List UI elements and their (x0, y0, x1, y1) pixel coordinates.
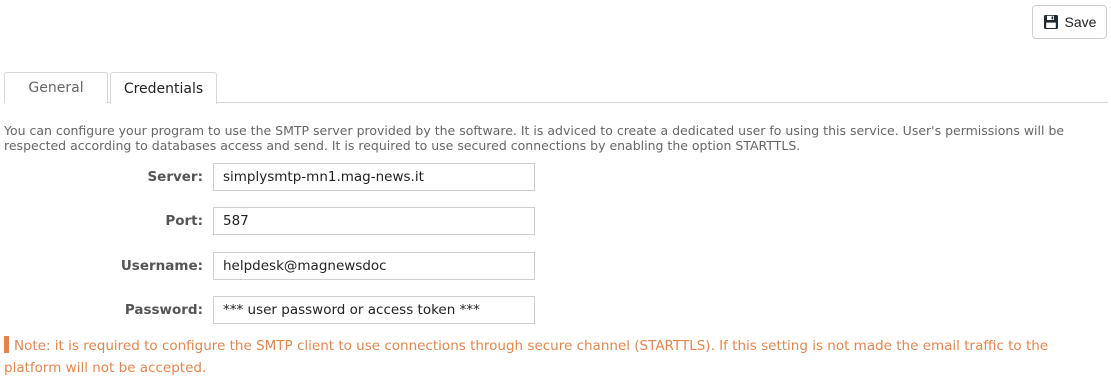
save-button-label: Save (1064, 14, 1097, 30)
tab-credentials[interactable]: Credentials (110, 72, 217, 104)
floppy-disk-icon (1043, 15, 1058, 29)
password-input[interactable] (213, 296, 535, 324)
smtp-description: You can configure your program to use th… (4, 123, 1065, 153)
username-input[interactable] (213, 252, 535, 280)
server-input[interactable] (213, 163, 535, 191)
server-row: Server: (0, 163, 1111, 191)
username-label: Username: (120, 258, 203, 274)
password-row: Password: (0, 296, 1111, 324)
note-text: Note: it is required to configure the SM… (4, 338, 1049, 376)
port-label: Port: (165, 213, 203, 229)
smtp-settings-page: Save General Credentials You can configu… (0, 0, 1111, 382)
server-label: Server: (147, 169, 203, 185)
port-row: Port: (0, 207, 1111, 235)
tab-general[interactable]: General (4, 72, 108, 103)
starttls-note: Note: it is required to configure the SM… (4, 335, 1108, 379)
tab-bar: General Credentials (4, 72, 1108, 104)
note-accent-bar (4, 336, 9, 353)
username-row: Username: (0, 252, 1111, 280)
save-button[interactable]: Save (1032, 5, 1107, 39)
port-input[interactable] (213, 207, 535, 235)
password-label: Password: (124, 302, 203, 318)
